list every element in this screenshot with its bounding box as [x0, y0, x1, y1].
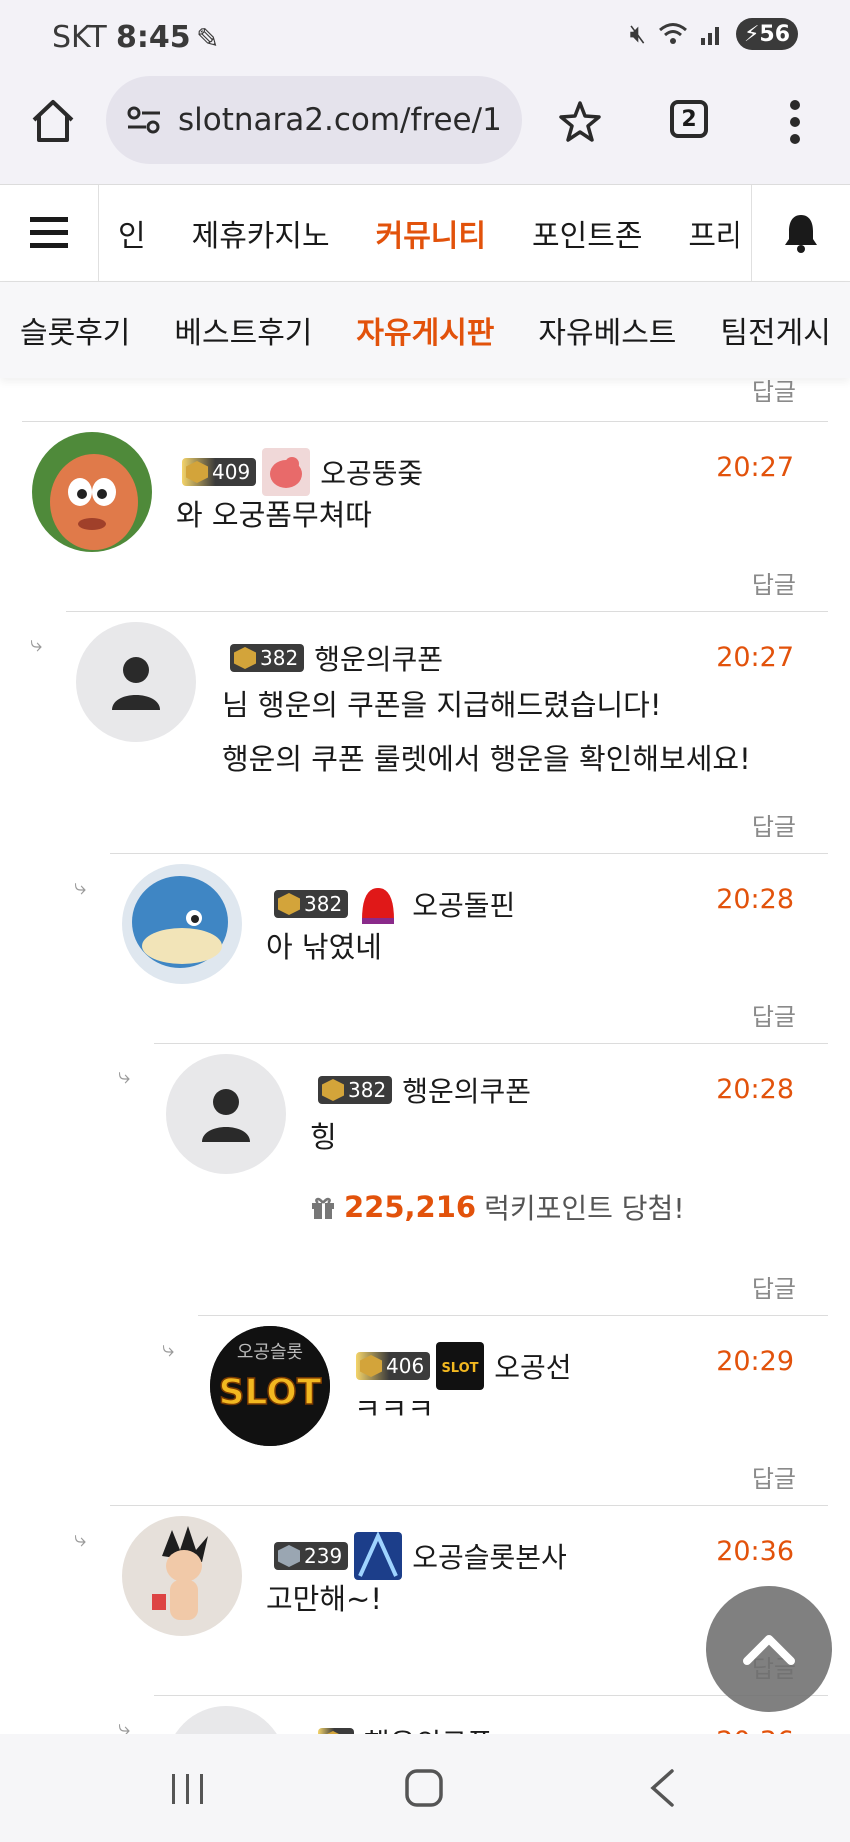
comment-item: 382 행운의쿠폰 20:28 힝 225,216 럭키포인트 당첨! 답글: [154, 1043, 828, 1316]
reply-link[interactable]: 답글: [752, 997, 796, 1032]
comment-text: 고만해~!: [266, 1582, 382, 1616]
comment-time: 20:36: [716, 1726, 794, 1734]
comment-text: 힝: [310, 1120, 337, 1154]
avatar[interactable]: [32, 432, 152, 552]
recent-apps-icon[interactable]: [170, 1772, 206, 1806]
level-badge: 239: [274, 1542, 349, 1570]
mute-icon: 🔇︎: [629, 18, 646, 49]
comment-text: ㅋㅋㅋ: [354, 1392, 435, 1426]
reply-arrow-icon: ⤷: [30, 632, 43, 657]
default-avatar-icon[interactable]: [166, 1054, 286, 1174]
reply-arrow-icon: ⤷: [118, 1716, 131, 1734]
level-badge: 406: [356, 1352, 431, 1380]
default-avatar-icon[interactable]: [166, 1706, 286, 1734]
tab-slot-reviews[interactable]: 슬롯후기: [20, 308, 130, 352]
reply-link[interactable]: 답글: [752, 378, 796, 407]
notification-bell-icon[interactable]: [751, 185, 850, 281]
comment-item: 행운의쿠폰 20:36: [154, 1695, 828, 1734]
default-avatar-icon[interactable]: [76, 622, 196, 742]
board-sub-nav: 슬롯후기 베스트후기 자유게시판 자유베스트 팀전게시: [0, 282, 850, 378]
tab-free-best[interactable]: 자유베스트: [538, 308, 676, 352]
avatar[interactable]: 오공슬롯 SLOT: [210, 1326, 330, 1446]
address-bar[interactable]: slotnara2.com/free/1: [106, 76, 522, 164]
avatar-caption: 오공슬롯: [237, 1342, 303, 1363]
comment-text-line-1: 님 행운의 쿠폰을 지급해드렸습니다!: [222, 688, 662, 722]
comment-time: 20:36: [716, 1536, 794, 1567]
more-options-icon[interactable]: [786, 98, 804, 146]
nickname[interactable]: 오공슬롯본사: [412, 1536, 567, 1576]
back-icon[interactable]: [648, 1768, 676, 1808]
reply-link[interactable]: 답글: [752, 1269, 796, 1304]
comment-text-line-2: 행운의 쿠폰 룰렛에서 행운을 확인해보세요!: [222, 742, 751, 776]
nickname[interactable]: 오공뚱줒: [320, 452, 423, 492]
nickname[interactable]: 행운의쿠폰: [314, 638, 443, 678]
nickname[interactable]: 오공돌핀: [412, 884, 515, 924]
carrier-label: SKT: [52, 20, 107, 55]
reply-arrow-icon: ⤷: [74, 875, 87, 900]
nickname[interactable]: 행운의쿠폰: [402, 1070, 531, 1110]
reply-arrow-icon: ⤷: [74, 1527, 87, 1552]
tab-team-board[interactable]: 팀전게시: [720, 308, 830, 352]
nav-item-partner-casino[interactable]: 제휴카지노: [192, 211, 330, 255]
bookmark-star-icon[interactable]: [558, 100, 602, 144]
signal-icon: [701, 27, 719, 45]
comment-item: 382 행운의쿠폰 20:27 님 행운의 쿠폰을 지급해드렸습니다! 행운의 …: [66, 611, 828, 854]
reply-link[interactable]: 답글: [752, 1459, 796, 1494]
reply-arrow-icon: ⤷: [118, 1064, 131, 1089]
tab-switcher-button[interactable]: 2: [670, 100, 708, 138]
hamburger-menu-icon[interactable]: [0, 185, 99, 281]
comment-text: 아 낚였네: [266, 930, 382, 964]
wifi-icon: [659, 23, 687, 44]
scroll-to-top-button[interactable]: [706, 1586, 832, 1712]
avatar-logo-text: SLOT: [219, 1372, 322, 1413]
url-text: slotnara2.com/free/1: [178, 102, 502, 138]
level-badge: 409: [182, 458, 257, 486]
home-icon[interactable]: [30, 98, 76, 144]
level-badge: 382: [274, 890, 349, 918]
status-bar: SKT 8:45 ✎ 🔇︎ ⚡ 56: [0, 0, 850, 72]
avatar[interactable]: [122, 1516, 242, 1636]
comment-item: 409 오공뚱줒 20:27 와 오궁폼무쳐따 답글: [22, 421, 828, 612]
nav-item-community[interactable]: 커뮤니티: [376, 211, 486, 255]
comment-time: 20:27: [716, 452, 794, 483]
lucky-point-amount: 225,216: [344, 1190, 477, 1224]
comment-text: 와 오궁폼무쳐따: [176, 498, 372, 532]
lucky-point-label: 럭키포인트 당첨!: [484, 1192, 685, 1225]
chevron-up-icon: [743, 1635, 795, 1665]
lucky-point-notice: 225,216 럭키포인트 당첨!: [310, 1187, 685, 1227]
home-nav-icon[interactable]: [404, 1768, 444, 1808]
nav-item-partial-left[interactable]: 인: [118, 211, 146, 255]
comment-time: 20:27: [716, 642, 794, 673]
system-navigation-bar: [0, 1734, 850, 1842]
nickname[interactable]: 행운의쿠폰: [364, 1722, 493, 1734]
clock: 8:45: [116, 20, 191, 55]
gift-icon: [312, 1197, 334, 1219]
comment-item: 오공슬롯 SLOT 406 SLOT 오공선 20:29 ㅋㅋㅋ 답글: [198, 1315, 828, 1506]
avatar[interactable]: [122, 864, 242, 984]
site-settings-icon[interactable]: [126, 105, 162, 135]
comment-time: 20:28: [716, 1074, 794, 1105]
reply-link[interactable]: 답글: [752, 807, 796, 842]
svg-text:SLOT: SLOT: [442, 1361, 479, 1376]
level-badge: 382: [318, 1076, 393, 1104]
profile-badge-icon: SLOT: [436, 1342, 485, 1390]
site-main-nav: 인 제휴카지노 커뮤니티 포인트존 프라: [0, 184, 850, 282]
reply-link[interactable]: 답글: [752, 565, 796, 600]
nickname[interactable]: 오공선: [494, 1346, 571, 1386]
comment-time: 20:28: [716, 884, 794, 915]
feather-icon: ✎: [196, 22, 220, 55]
browser-toolbar: slotnara2.com/free/1 2: [0, 72, 850, 184]
reply-arrow-icon: ⤷: [162, 1337, 175, 1362]
nav-item-partial-right[interactable]: 프라: [688, 211, 738, 255]
comment-item: 382 오공돌핀 20:28 아 낚였네 답글: [110, 853, 828, 1044]
tab-best-reviews[interactable]: 베스트후기: [174, 308, 312, 352]
battery-indicator: ⚡ 56: [736, 18, 798, 50]
comment-list: 답글 409 오공뚱줒 20:27 와 오궁폼무쳐따 답글 ⤷ 382 행운의쿠…: [0, 378, 850, 1734]
level-badge: 382: [230, 644, 305, 672]
comment-time: 20:29: [716, 1346, 794, 1377]
nav-item-point-zone[interactable]: 포인트존: [532, 211, 642, 255]
tab-free-board[interactable]: 자유게시판: [356, 308, 494, 352]
